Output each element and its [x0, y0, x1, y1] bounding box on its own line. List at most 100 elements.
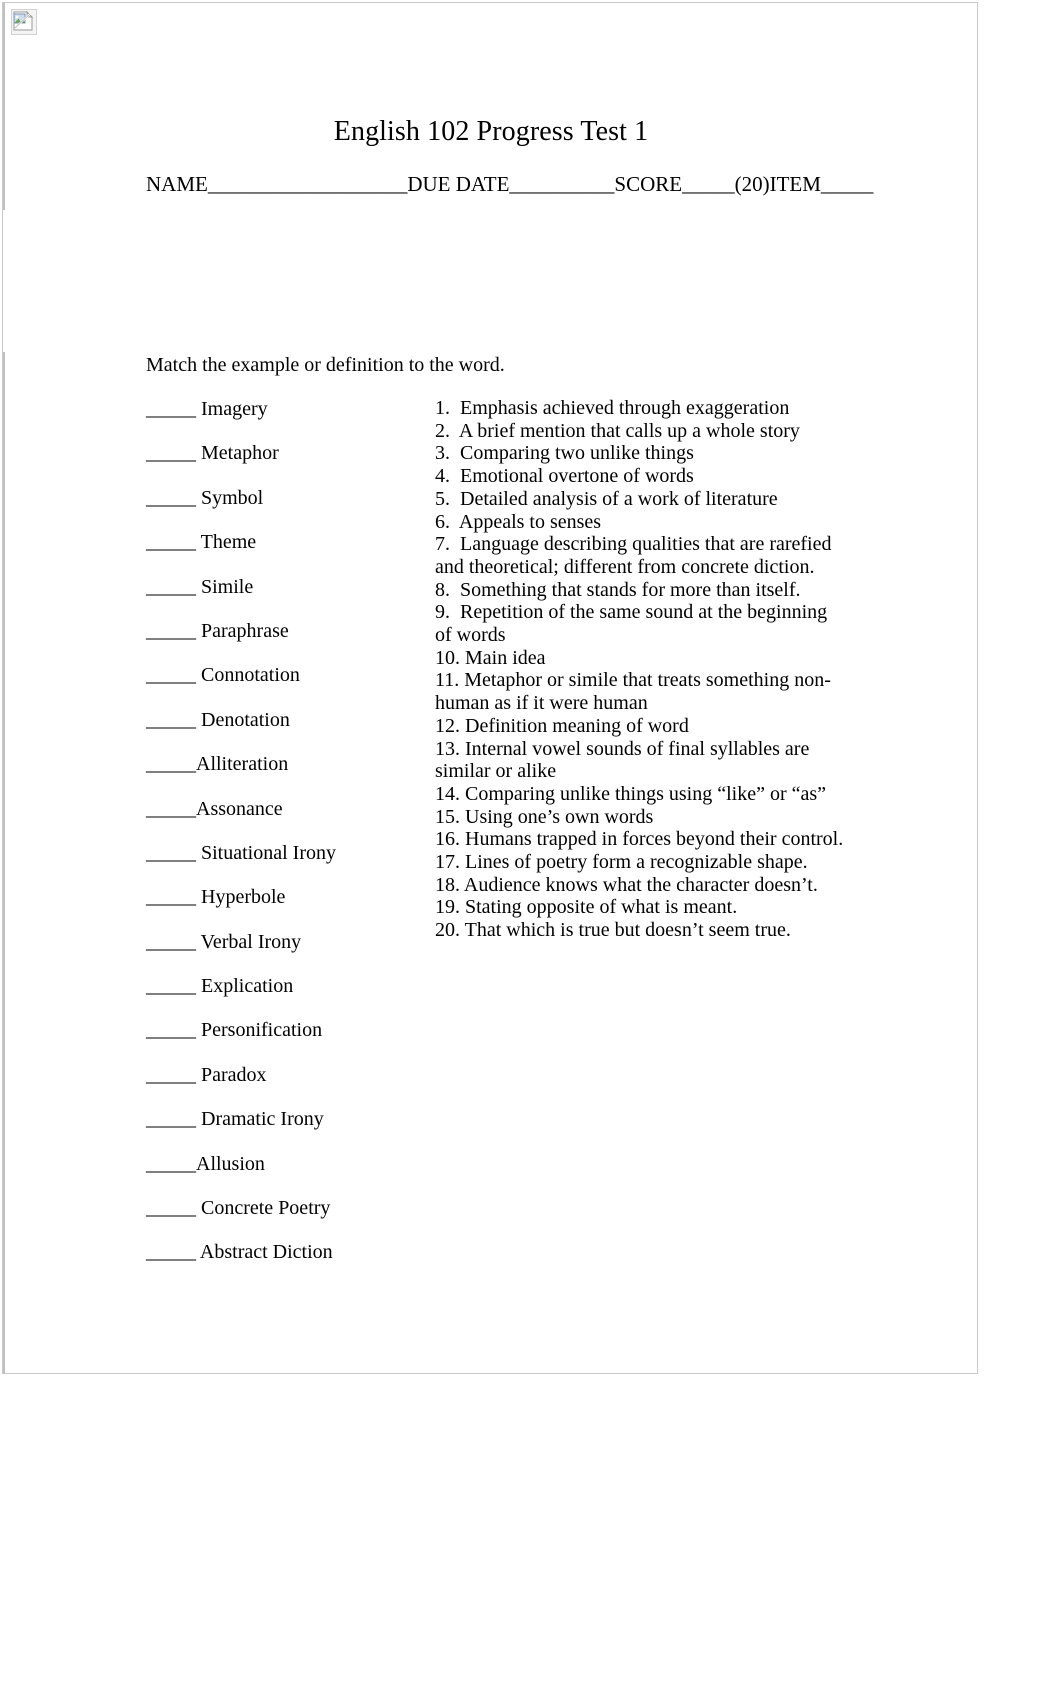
term-label: Simile	[201, 575, 254, 598]
term-row: _____ Concrete Poetry	[146, 1196, 426, 1240]
term-label: Concrete Poetry	[201, 1197, 331, 1220]
term-label: Imagery	[201, 398, 268, 420]
definition-row: 2. A brief mention that calls up a whole…	[435, 420, 845, 443]
definition-row: 5. Detailed analysis of a work of litera…	[435, 488, 845, 511]
definition-text: That which is true but doesn’t seem true…	[460, 919, 791, 942]
answer-blank[interactable]: _____	[146, 975, 201, 997]
term-row: _____ Imagery	[146, 397, 426, 441]
definition-row: 20. That which is true but doesn’t seem …	[435, 919, 845, 942]
term-row: _____Assonance	[146, 797, 426, 841]
definition-row: 7. Language describing qualities that ar…	[435, 533, 845, 578]
answer-blank[interactable]: _____	[146, 664, 201, 686]
term-label: Situational Irony	[201, 841, 336, 864]
term-label: Alliteration	[196, 753, 289, 776]
answer-blank[interactable]: _____	[146, 1019, 201, 1041]
answer-blank[interactable]: _____	[146, 709, 201, 731]
answer-blank[interactable]: _____	[146, 620, 201, 642]
instruction-text: Match the example or definition to the w…	[146, 354, 505, 376]
definition-text: Comparing unlike things using “like” or …	[460, 782, 827, 805]
definition-row: 3. Comparing two unlike things	[435, 442, 845, 465]
answer-blank[interactable]: _____	[146, 1153, 196, 1175]
definition-text: Lines of poetry form a recognizable shap…	[460, 851, 808, 874]
definition-number: 17.	[435, 851, 460, 874]
answer-blank[interactable]: _____	[146, 1108, 201, 1130]
term-label: Personification	[201, 1019, 323, 1042]
definition-row: 12. Definition meaning of word	[435, 715, 845, 738]
term-label: Hyperbole	[201, 886, 286, 909]
definition-row: 4. Emotional overtone of words	[435, 465, 845, 488]
term-row: _____ Abstract Diction	[146, 1240, 426, 1284]
answer-blank[interactable]: _____	[146, 487, 201, 509]
answer-blank[interactable]: _____	[146, 1241, 200, 1263]
term-row: _____ Hyperbole	[146, 885, 426, 929]
definition-text: Detailed analysis of a work of literatur…	[450, 487, 778, 510]
section-change-bar-body	[3, 352, 5, 1374]
answer-blank[interactable]: _____	[146, 398, 201, 420]
terms-list: _____ Imagery _____ Metaphor _____ Symbol _…	[146, 397, 426, 1285]
definition-number: 7.	[435, 533, 450, 556]
definition-number: 1.	[435, 397, 450, 419]
section-change-bar-top	[3, 3, 5, 210]
term-row: _____ Explication	[146, 974, 426, 1018]
definition-row: 9. Repetition of the same sound at the b…	[435, 601, 845, 646]
term-row: _____ Personification	[146, 1018, 426, 1062]
definition-text: Internal vowel sounds of final syllables…	[435, 737, 815, 783]
answer-blank[interactable]: _____	[146, 753, 196, 775]
definitions-list: 1. Emphasis achieved through exaggeratio…	[435, 397, 845, 942]
term-label: Connotation	[201, 664, 300, 687]
definition-number: 18.	[435, 873, 460, 896]
term-row: _____ Paradox	[146, 1063, 426, 1107]
term-label: Paradox	[201, 1063, 267, 1086]
definition-row: 6. Appeals to senses	[435, 511, 845, 534]
definition-text: Something that stands for more than itse…	[450, 578, 801, 601]
answer-blank[interactable]: _____	[146, 1064, 201, 1086]
term-label: Explication	[201, 975, 294, 998]
term-row: _____ Verbal Irony	[146, 930, 426, 974]
definition-number: 6.	[435, 510, 450, 533]
definition-text: Language describing qualities that are r…	[435, 533, 837, 578]
definition-row: 10. Main idea	[435, 647, 845, 670]
definition-text: Audience knows what the character doesn’…	[460, 873, 818, 896]
page-title: English 102 Progress Test 1	[333, 116, 649, 147]
answer-blank[interactable]: _____	[146, 931, 201, 953]
term-label: Allusion	[196, 1152, 265, 1175]
definition-number: 8.	[435, 578, 450, 601]
definition-number: 10.	[435, 646, 460, 669]
answer-blank[interactable]: _____	[146, 842, 201, 864]
term-label: Dramatic Irony	[201, 1108, 324, 1131]
broken-image-icon	[11, 9, 37, 35]
term-row: _____Alliteration	[146, 752, 426, 796]
answer-blank[interactable]: _____	[146, 886, 201, 908]
term-row: _____ Situational Irony	[146, 841, 426, 885]
term-row: _____ Denotation	[146, 708, 426, 752]
definition-text: Repetition of the same sound at the begi…	[435, 601, 833, 647]
definition-row: 15. Using one’s own words	[435, 806, 845, 829]
term-row: _____ Dramatic Irony	[146, 1107, 426, 1151]
definition-row: 17. Lines of poetry form a recognizable …	[435, 851, 845, 874]
definition-number: 9.	[435, 601, 450, 624]
definition-text: Emphasis achieved through exaggeration	[450, 397, 790, 419]
definition-number: 11.	[435, 669, 460, 692]
definition-text: Using one’s own words	[460, 805, 654, 828]
term-label: Abstract Diction	[199, 1241, 333, 1264]
answer-blank[interactable]: _____	[146, 531, 201, 553]
definition-row: 1. Emphasis achieved through exaggeratio…	[435, 397, 845, 420]
definition-row: 13. Internal vowel sounds of final sylla…	[435, 738, 845, 783]
answer-blank[interactable]: _____	[146, 576, 201, 598]
answer-blank[interactable]: _____	[146, 798, 196, 820]
term-label: Denotation	[201, 708, 290, 731]
term-label: Paraphrase	[201, 619, 289, 642]
answer-blank[interactable]: _____	[146, 442, 201, 464]
header-fields-line: NAME___________________DUE DATE_________…	[146, 172, 874, 196]
definition-text: Humans trapped in forces beyond their co…	[460, 828, 844, 851]
definition-number: 3.	[435, 442, 450, 465]
answer-blank[interactable]: _____	[146, 1197, 201, 1219]
term-label: Verbal Irony	[200, 930, 302, 953]
term-row: _____ Paraphrase	[146, 619, 426, 663]
term-label: Theme	[200, 531, 257, 554]
definition-text: Definition meaning of word	[460, 714, 689, 737]
definition-row: 11. Metaphor or simile that treats somet…	[435, 669, 845, 714]
definition-text: A brief mention that calls up a whole st…	[450, 419, 800, 442]
definition-number: 13.	[435, 737, 460, 760]
document-page: English 102 Progress Test 1 NAME________…	[2, 2, 978, 1374]
